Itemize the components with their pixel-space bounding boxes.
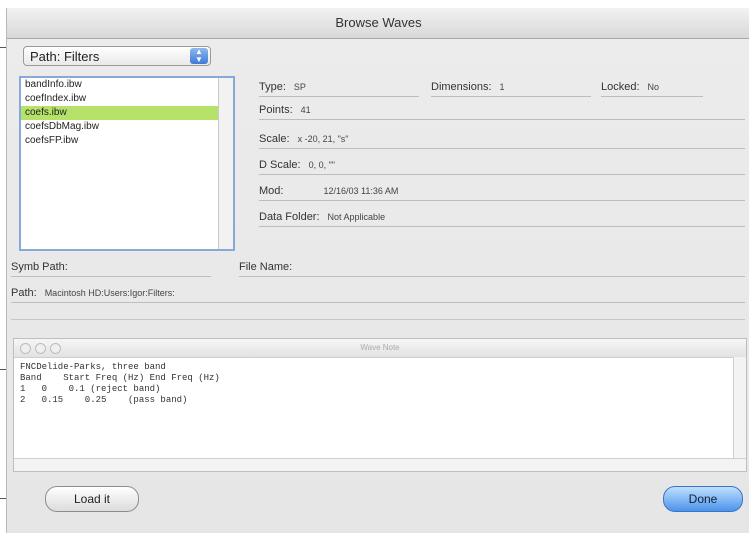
dscale-label: D Scale: [259,159,301,171]
locked-label: Locked: [601,81,640,93]
dimensions-label: Dimensions: [431,81,492,93]
window-controls [20,343,61,354]
done-button[interactable]: Done [663,486,743,512]
type-field: Type: SP [259,78,419,97]
path-field: Path: Macintosh HD:Users:Igor:Filters: [11,284,745,303]
locked-value: No [647,82,660,92]
list-item-label: coefs.ibw [25,107,67,118]
type-label: Type: [259,81,286,93]
points-field: Points: 41 [259,101,745,120]
note-line: 1 0 0.1 (reject band) [20,384,161,394]
symb-path-label: Symb Path: [11,261,68,273]
list-item-label: coefIndex.ibw [25,93,87,104]
wave-note-titlebar: Wave Note [14,339,746,358]
note-vertical-scrollbar[interactable] [733,357,746,469]
note-line: 2 0.15 0.25 (pass band) [20,395,188,405]
symb-path-field: Symb Path: [11,258,211,277]
list-item-label: coefsDbMag.ibw [25,121,99,132]
minimize-icon[interactable] [35,343,46,354]
dimensions-value: 1 [499,82,505,92]
dimensions-field: Dimensions: 1 [431,78,591,97]
wave-note-text[interactable]: FNCDelide-Parks, three band Band Start Fr… [14,358,746,410]
dscale-value: 0, 0, "" [308,160,335,170]
datafolder-field: Data Folder: Not Applicable [259,208,745,227]
mod-value: 12/16/03 11:36 AM [323,186,399,196]
path-popup[interactable]: Path: Filters ▲ ▼ [23,46,211,66]
datafolder-label: Data Folder: [259,211,320,223]
note-line: Band Start Freq (Hz) End Freq (Hz) [20,373,220,383]
close-icon[interactable] [20,343,31,354]
list-item-label: bandInfo.ibw [25,79,82,90]
window-titlebar[interactable]: Browse Waves [7,8,749,39]
list-item-selected[interactable]: coefs.ibw [21,106,233,120]
list-scrollbar[interactable] [218,78,233,249]
path-popup-label: Path: Filters [30,49,100,64]
points-label: Points: [259,104,293,116]
browse-waves-window: Browse Waves Path: Filters ▲ ▼ bandInfo.i… [6,8,749,533]
dscale-field: D Scale: 0, 0, "" [259,156,745,175]
wave-note-title: Wave Note [360,343,400,352]
list-item[interactable]: coefsDbMag.ibw [21,120,233,134]
file-name-field: File Name: [239,258,745,277]
mod-field: Mod: 12/16/03 11:36 AM [259,182,745,201]
scale-label: Scale: [259,133,290,145]
mod-label: Mod: [259,185,284,197]
done-label: Done [688,492,718,506]
scale-value: x -20, 21, "s" [297,134,349,144]
load-it-label: Load it [73,492,111,506]
list-item-label: coefsFP.ibw [25,135,79,146]
points-value: 41 [300,105,311,115]
divider [11,319,745,320]
load-it-button[interactable]: Load it [45,486,139,512]
zoom-icon[interactable] [50,343,61,354]
popup-arrows-icon: ▲ ▼ [190,48,208,64]
path-label: Path: [11,287,37,299]
path-value: Macintosh HD:Users:Igor:Filters: [44,288,175,298]
wave-note-panel[interactable]: Wave Note FNCDelide-Parks, three band Ban… [13,338,747,472]
list-item[interactable]: coefIndex.ibw [21,92,233,106]
scale-field: Scale: x -20, 21, "s" [259,130,745,149]
locked-field: Locked: No [601,78,703,97]
datafolder-value: Not Applicable [327,212,386,222]
file-name-label: File Name: [239,261,293,273]
window-title: Browse Waves [335,15,422,30]
note-line: FNCDelide-Parks, three band [20,362,166,372]
type-value: SP [293,82,306,92]
wave-list[interactable]: bandInfo.ibw coefIndex.ibw coefs.ibw coe… [19,76,235,251]
note-horizontal-scrollbar[interactable] [14,458,746,471]
list-item[interactable]: bandInfo.ibw [21,78,233,92]
list-item[interactable]: coefsFP.ibw [21,134,233,148]
